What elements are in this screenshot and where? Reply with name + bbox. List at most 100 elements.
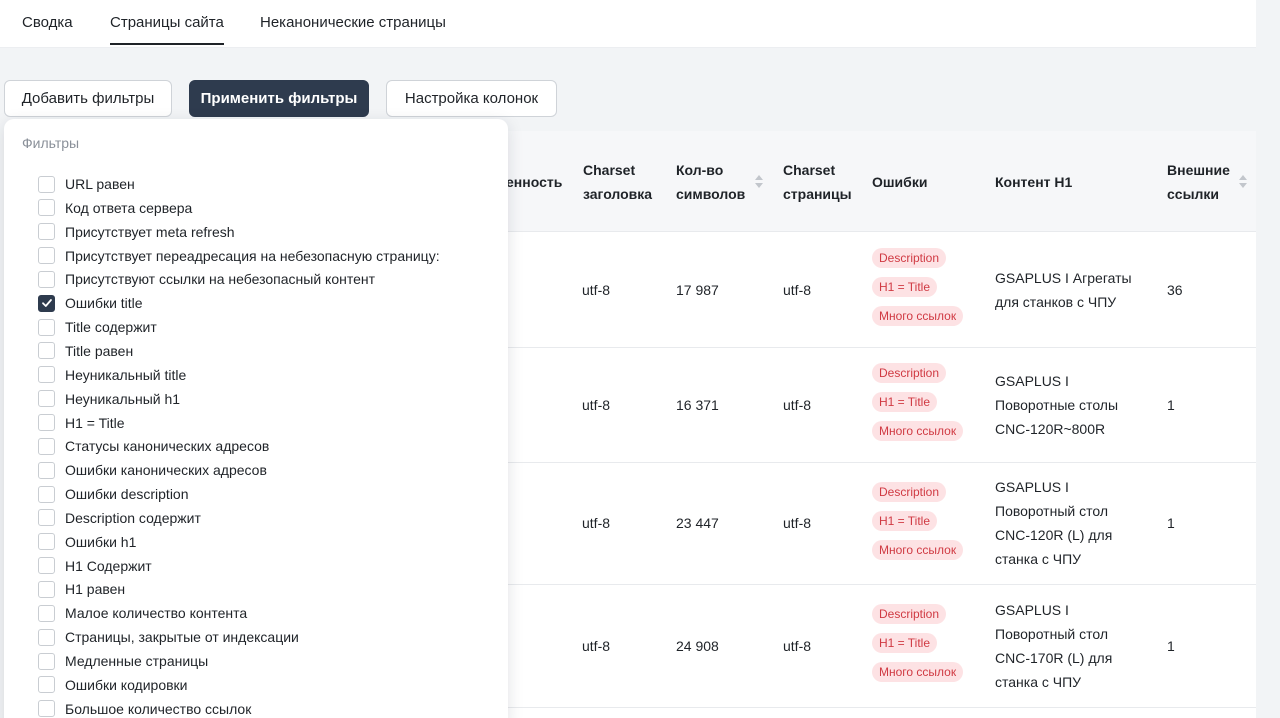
table-row[interactable]: utf-8 23 447 utf-8 Description H1 = Titl… bbox=[480, 463, 1256, 585]
column-header-charset-title[interactable]: Charset заголовка bbox=[583, 158, 652, 206]
filter-option[interactable]: Title содержит bbox=[38, 317, 157, 337]
filter-option-label: Description содержит bbox=[65, 509, 201, 526]
column-header-h1[interactable]: Контент H1 bbox=[995, 170, 1072, 194]
filter-option-label: H1 равен bbox=[65, 581, 126, 598]
table-row[interactable]: utf-8 24 908 utf-8 Description H1 = Titl… bbox=[480, 585, 1256, 708]
checkbox[interactable] bbox=[38, 509, 55, 527]
errors-badges: Description H1 = Title Много ссылок bbox=[872, 248, 964, 335]
h1-line: GSAPLUS I bbox=[995, 602, 1069, 618]
check-icon bbox=[41, 299, 52, 308]
checkbox[interactable] bbox=[38, 390, 55, 408]
error-badge-description[interactable]: Description bbox=[872, 363, 947, 383]
checkbox[interactable] bbox=[38, 318, 55, 336]
filter-option[interactable]: H1 Содержит bbox=[38, 556, 152, 576]
error-badge-h1-title[interactable]: H1 = Title bbox=[872, 277, 938, 297]
filter-option[interactable]: Ошибки кодировки bbox=[38, 675, 188, 695]
checkbox[interactable] bbox=[38, 676, 55, 694]
checkbox[interactable] bbox=[38, 652, 55, 670]
error-badge-description[interactable]: Description bbox=[872, 248, 947, 268]
filter-option[interactable]: Присутствует meta refresh bbox=[38, 222, 235, 242]
filter-option[interactable]: Ошибки канонических адресов bbox=[38, 460, 267, 480]
checkbox[interactable] bbox=[38, 557, 55, 575]
column-header-chars[interactable]: Кол-во символов bbox=[676, 158, 745, 206]
cell-external-links: 36 bbox=[1167, 282, 1183, 298]
filter-option-label: Присутствует переадресация на небезопасн… bbox=[65, 247, 440, 264]
checkbox[interactable] bbox=[38, 342, 55, 360]
error-badge-description[interactable]: Description bbox=[872, 604, 947, 624]
checkbox[interactable] bbox=[38, 247, 55, 265]
checkbox[interactable] bbox=[38, 223, 55, 241]
checkbox[interactable] bbox=[38, 628, 55, 646]
filter-option[interactable]: Присутствует переадресация на небезопасн… bbox=[38, 246, 440, 266]
checkbox[interactable] bbox=[38, 437, 55, 455]
error-badge-many-links[interactable]: Много ссылок bbox=[872, 662, 964, 682]
cell-h1-content: GSAPLUS I Поворотные столы CNC-120R~800R bbox=[995, 369, 1155, 441]
table-row[interactable]: utf-8 16 371 utf-8 Description H1 = Titl… bbox=[480, 348, 1256, 463]
filter-option[interactable]: Description содержит bbox=[38, 508, 201, 528]
filter-option[interactable]: Ошибки description bbox=[38, 484, 189, 504]
tab-noncanonical-pages[interactable]: Неканонические страницы bbox=[260, 14, 446, 31]
error-badge-many-links[interactable]: Много ссылок bbox=[872, 306, 964, 326]
checkbox[interactable] bbox=[38, 414, 55, 431]
filter-option[interactable]: Title равен bbox=[38, 341, 133, 361]
filter-option[interactable]: Страницы, закрытые от индексации bbox=[38, 627, 299, 647]
filter-option[interactable]: Код ответа сервера bbox=[38, 198, 192, 218]
filter-option[interactable]: Медленные страницы bbox=[38, 651, 208, 671]
tab-summary[interactable]: Сводка bbox=[22, 14, 73, 31]
filter-option-label: Title равен bbox=[65, 342, 134, 359]
filter-option[interactable]: Статусы канонических адресов bbox=[38, 436, 269, 456]
cell-external-links: 1 bbox=[1167, 515, 1175, 531]
cell-chars: 24 908 bbox=[676, 638, 719, 654]
filter-option[interactable]: Ошибки title bbox=[38, 293, 143, 313]
sort-chars-icon[interactable] bbox=[755, 175, 763, 189]
h1-line: GSAPLUS I Агрегаты bbox=[995, 270, 1132, 286]
errors-badges: Description H1 = Title Много ссылок bbox=[872, 363, 964, 450]
checkbox[interactable] bbox=[38, 270, 55, 288]
column-settings-button[interactable]: Настройка колонок bbox=[386, 80, 557, 117]
checkbox[interactable] bbox=[38, 461, 55, 479]
error-badge-h1-title[interactable]: H1 = Title bbox=[872, 633, 938, 653]
error-badge-h1-title[interactable]: H1 = Title bbox=[872, 392, 938, 412]
filter-option[interactable]: Ошибки h1 bbox=[38, 532, 136, 552]
header-line: страницы bbox=[783, 186, 852, 202]
error-badge-description[interactable]: Description bbox=[872, 482, 947, 502]
filter-option[interactable]: Большое количество ссылок bbox=[38, 699, 251, 718]
filter-option-label: Ошибки кодировки bbox=[65, 676, 188, 693]
checkbox[interactable] bbox=[38, 366, 55, 384]
checkbox[interactable] bbox=[38, 175, 55, 193]
h1-line: GSAPLUS I bbox=[995, 373, 1069, 389]
filter-option[interactable]: Неуникальный title bbox=[38, 365, 186, 385]
checkbox-checked[interactable] bbox=[38, 294, 55, 312]
filter-option[interactable]: Присутствуют ссылки на небезопасный конт… bbox=[38, 269, 375, 289]
cell-charset-title: utf-8 bbox=[582, 515, 611, 531]
column-header-external-links[interactable]: Внешние ссылки bbox=[1167, 158, 1230, 206]
tab-site-pages[interactable]: Страницы сайта bbox=[110, 14, 224, 45]
filter-option[interactable]: Неуникальный h1 bbox=[38, 389, 180, 409]
error-badge-many-links[interactable]: Много ссылок bbox=[872, 540, 964, 560]
checkbox[interactable] bbox=[38, 580, 55, 598]
add-filters-button[interactable]: Добавить фильтры bbox=[4, 80, 172, 117]
cell-h1-content: GSAPLUS I Поворотный стол CNC-170R (L) д… bbox=[995, 598, 1155, 694]
checkbox[interactable] bbox=[38, 485, 55, 503]
filter-option-label: Малое количество контента bbox=[65, 605, 248, 622]
checkbox[interactable] bbox=[38, 604, 55, 622]
error-badge-many-links[interactable]: Много ссылок bbox=[872, 421, 964, 441]
filter-option[interactable]: H1 равен bbox=[38, 579, 125, 599]
column-header-charset-page[interactable]: Charset страницы bbox=[783, 158, 852, 206]
h1-line: CNC-120R~800R bbox=[995, 421, 1106, 437]
column-header-errors[interactable]: Ошибки bbox=[872, 170, 927, 194]
filter-option[interactable]: Малое количество контента bbox=[38, 603, 247, 623]
checkbox[interactable] bbox=[38, 533, 55, 551]
cell-charset-title: utf-8 bbox=[582, 282, 611, 298]
filter-option-label: H1 = Title bbox=[65, 414, 125, 431]
checkbox[interactable] bbox=[38, 700, 55, 718]
table-row[interactable]: utf-8 17 987 utf-8 Description H1 = Titl… bbox=[480, 232, 1256, 348]
apply-filters-button[interactable]: Применить фильтры bbox=[189, 80, 369, 117]
checkbox[interactable] bbox=[38, 199, 55, 217]
sort-external-icon[interactable] bbox=[1239, 175, 1247, 189]
filter-option-label: Присутствует meta refresh bbox=[65, 223, 235, 240]
right-gutter bbox=[1256, 0, 1280, 718]
filter-option[interactable]: H1 = Title bbox=[38, 413, 125, 433]
filter-option[interactable]: URL равен bbox=[38, 174, 135, 194]
error-badge-h1-title[interactable]: H1 = Title bbox=[872, 511, 938, 531]
